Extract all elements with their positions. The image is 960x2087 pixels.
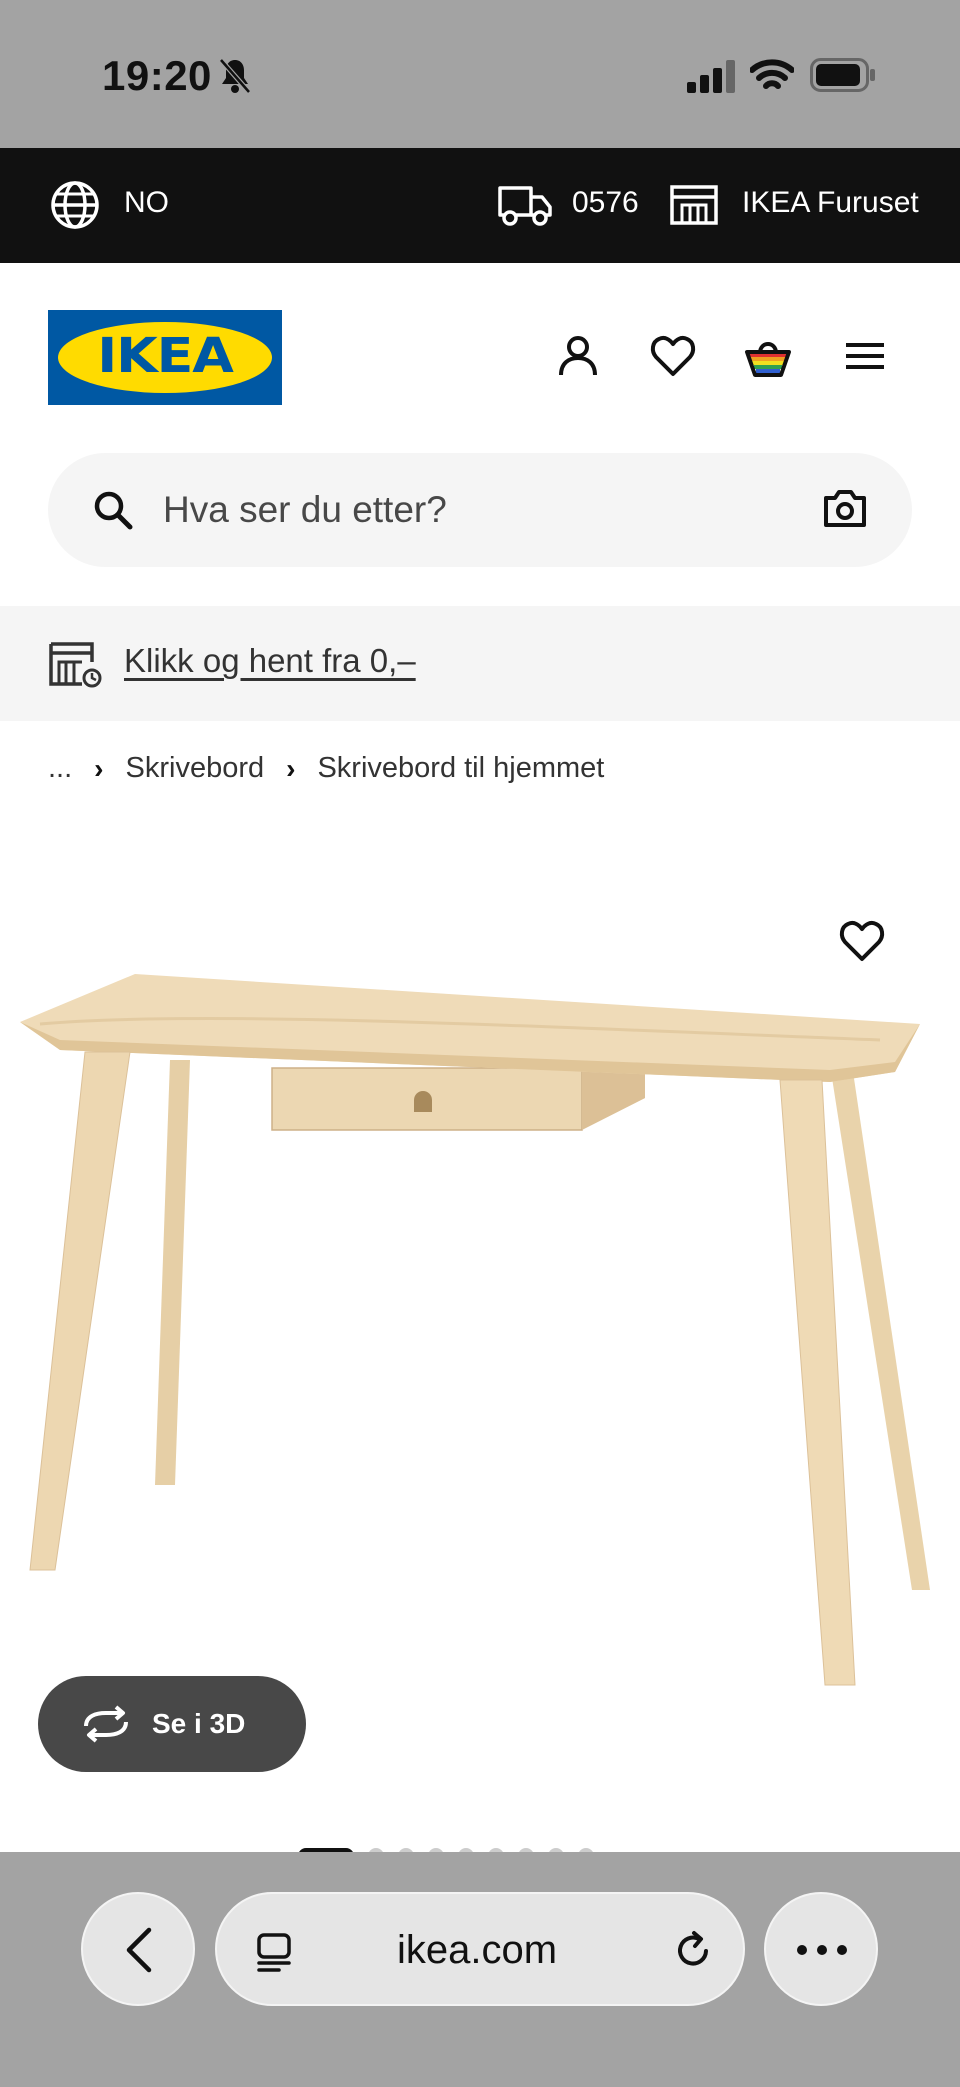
status-bar: 19:20	[0, 0, 960, 148]
breadcrumb-current[interactable]: Skrivebord til hjemmet	[317, 752, 604, 785]
click-collect-link[interactable]: Klikk og hent fra 0,–	[124, 642, 416, 680]
more-options-button[interactable]	[764, 1892, 878, 2006]
breadcrumb-skrivebord[interactable]: Skrivebord	[126, 752, 265, 785]
store-name[interactable]: IKEA Furuset	[742, 186, 919, 220]
logo-wordmark: IKEA	[97, 328, 234, 384]
site-header: IKEA Hva ser du etter?	[0, 263, 960, 606]
shopping-bag-icon[interactable]	[743, 331, 793, 381]
store-icon[interactable]	[669, 184, 719, 226]
breadcrumb-more[interactable]: ...	[48, 752, 72, 785]
ellipsis-icon	[797, 1945, 847, 1955]
favorite-heart-icon[interactable]	[838, 918, 886, 962]
top-utility-bar: NO 0576 IKEA Furuset	[0, 148, 960, 263]
country-selector[interactable]: NO	[124, 186, 169, 220]
camera-icon[interactable]	[822, 487, 868, 529]
heart-icon[interactable]	[648, 331, 698, 381]
status-time: 19:20	[102, 52, 212, 99]
search-icon	[94, 491, 133, 530]
store-pickup-icon	[49, 642, 102, 688]
browser-toolbar: ikea.com	[0, 1852, 960, 2087]
url-text[interactable]: ikea.com	[397, 1928, 557, 1973]
wifi-icon	[750, 59, 794, 89]
ikea-logo[interactable]: IKEA	[48, 310, 282, 405]
search-placeholder[interactable]: Hva ser du etter?	[163, 489, 447, 531]
menu-icon[interactable]	[840, 331, 890, 381]
click-collect-banner: Klikk og hent fra 0,–	[0, 606, 960, 721]
battery-icon	[810, 58, 875, 92]
bell-muted-icon	[219, 58, 251, 94]
rotate-3d-icon	[84, 1705, 128, 1743]
search-bar[interactable]: Hva ser du etter?	[48, 453, 912, 567]
tabs-icon[interactable]	[255, 1932, 295, 1972]
delivery-truck-icon[interactable]	[497, 183, 553, 227]
product-gallery: Se i 3D	[0, 800, 960, 1852]
globe-icon[interactable]	[50, 180, 100, 230]
chevron-right-icon: ›	[94, 752, 104, 784]
chevron-left-icon	[126, 1927, 152, 1973]
breadcrumb: ... › Skrivebord › Skrivebord til hjemme…	[48, 752, 604, 785]
postcode[interactable]: 0576	[572, 186, 639, 220]
chevron-right-icon: ›	[286, 752, 296, 784]
cellular-signal-icon	[687, 60, 735, 93]
view-3d-button[interactable]: Se i 3D	[38, 1676, 306, 1772]
account-icon[interactable]	[553, 331, 603, 381]
reload-icon[interactable]	[672, 1930, 714, 1972]
back-button[interactable]	[81, 1892, 195, 2006]
address-bar[interactable]: ikea.com	[215, 1892, 745, 2006]
view-3d-label: Se i 3D	[152, 1708, 246, 1739]
